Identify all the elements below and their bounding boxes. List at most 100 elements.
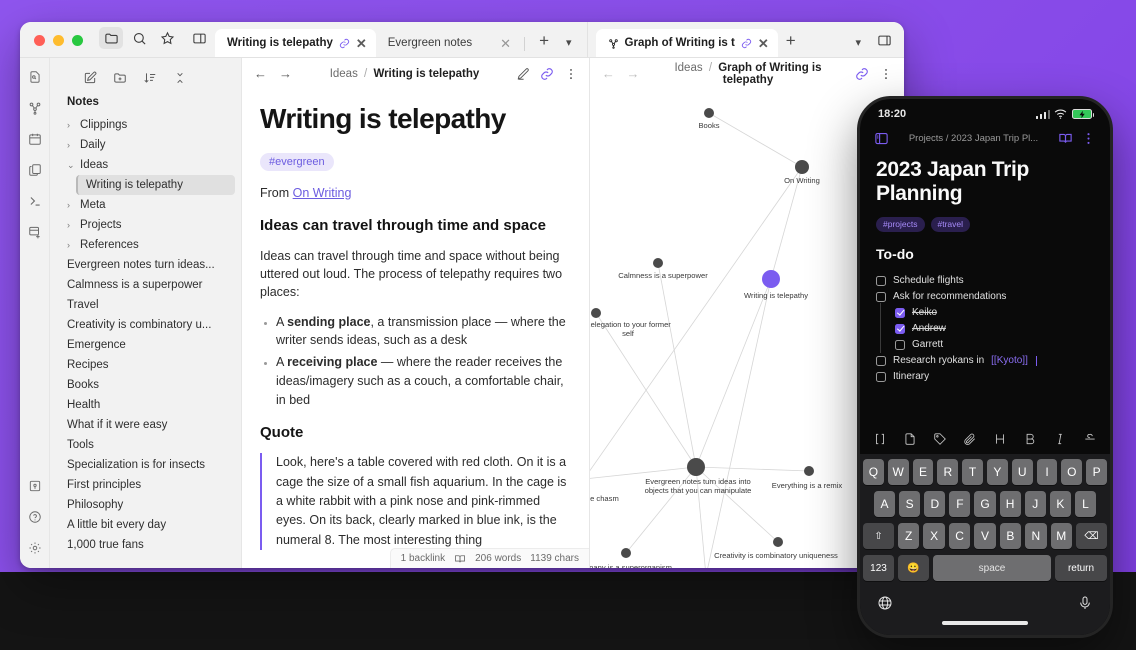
- todo-item[interactable]: Ask for recommendations: [876, 289, 1094, 305]
- file-item[interactable]: Creativity is combinatory u...: [50, 315, 241, 335]
- tab-close-icon[interactable]: ✕: [758, 37, 769, 50]
- key-O[interactable]: O: [1061, 459, 1083, 485]
- note-body[interactable]: Writing is telepathy #evergreen From On …: [242, 89, 589, 568]
- file-item[interactable]: Tools: [50, 435, 241, 455]
- quick-switcher-icon[interactable]: [26, 68, 44, 86]
- back-button[interactable]: ←: [252, 66, 269, 81]
- on-writing-link[interactable]: On Writing: [293, 186, 352, 200]
- bold-icon[interactable]: [1023, 432, 1037, 446]
- new-folder-icon[interactable]: [112, 70, 128, 86]
- key-E[interactable]: E: [912, 459, 934, 485]
- todo-item[interactable]: Schedule flights: [876, 273, 1094, 289]
- breadcrumb-parent[interactable]: Ideas: [674, 62, 702, 74]
- key-C[interactable]: C: [948, 523, 971, 549]
- forward-button[interactable]: →: [625, 66, 642, 81]
- file-item[interactable]: Philosophy: [50, 495, 241, 515]
- checkbox-checked[interactable]: [895, 307, 905, 318]
- star-icon[interactable]: [155, 27, 179, 49]
- key-S[interactable]: S: [899, 491, 921, 517]
- new-tab-button[interactable]: +: [531, 31, 557, 57]
- key-H[interactable]: H: [999, 491, 1021, 517]
- edit-icon[interactable]: [515, 66, 531, 82]
- reading-view-icon[interactable]: [1058, 131, 1073, 146]
- checkbox-unchecked[interactable]: [895, 339, 905, 350]
- folder-item[interactable]: › Daily: [50, 135, 241, 155]
- graph-node[interactable]: [621, 548, 631, 558]
- emoji-key[interactable]: 😀: [898, 555, 929, 581]
- key-F[interactable]: F: [949, 491, 971, 517]
- terminal-icon[interactable]: [26, 192, 44, 210]
- key-Q[interactable]: Q: [863, 459, 884, 485]
- zoom-window-button[interactable]: [72, 35, 83, 46]
- key-V[interactable]: V: [974, 523, 996, 549]
- minimize-window-button[interactable]: [53, 35, 64, 46]
- file-item[interactable]: What if it were easy: [50, 415, 241, 435]
- tab-graph-of-writing-is-telepathy[interactable]: Graph of Writing is t ✕: [595, 29, 778, 57]
- folder-item[interactable]: › References: [50, 235, 241, 255]
- graph-node[interactable]: [773, 537, 783, 547]
- strikethrough-icon[interactable]: [1083, 432, 1097, 446]
- back-button[interactable]: ←: [600, 66, 617, 81]
- close-window-button[interactable]: [34, 35, 45, 46]
- folder-item[interactable]: › Clippings: [50, 115, 241, 135]
- todo-item[interactable]: Itinerary: [876, 369, 1094, 385]
- checkbox-checked[interactable]: [895, 323, 905, 334]
- chevron-right-icon[interactable]: ›: [67, 220, 76, 230]
- checkbox-unchecked[interactable]: [876, 291, 886, 302]
- file-item[interactable]: Evergreen notes turn ideas...: [50, 255, 241, 275]
- checkbox-unchecked[interactable]: [876, 355, 886, 366]
- key-M[interactable]: M: [1050, 523, 1072, 549]
- more-options-icon[interactable]: [1081, 131, 1096, 146]
- new-note-icon[interactable]: [903, 432, 917, 446]
- tab-evergreen-notes[interactable]: Evergreen notes ✕: [376, 29, 520, 57]
- key-U[interactable]: U: [1011, 459, 1033, 485]
- checkbox-unchecked[interactable]: [876, 371, 886, 382]
- folder-icon[interactable]: [99, 27, 123, 49]
- key-Z[interactable]: Z: [898, 523, 920, 549]
- key-K[interactable]: K: [1049, 491, 1071, 517]
- right-sidebar-toggle-icon[interactable]: [872, 29, 896, 51]
- microphone-icon[interactable]: [1077, 595, 1093, 611]
- wiki-link[interactable]: [[Kyoto]]: [991, 355, 1028, 366]
- copy-note-icon[interactable]: [26, 161, 44, 179]
- backspace-key[interactable]: ⌫: [1075, 523, 1107, 549]
- layout-toggle-icon[interactable]: [187, 27, 211, 49]
- key-P[interactable]: P: [1086, 459, 1107, 485]
- tag-pill[interactable]: #projects: [876, 216, 925, 232]
- file-item[interactable]: Specialization is for insects: [50, 455, 241, 475]
- file-item[interactable]: First principles: [50, 475, 241, 495]
- forward-button[interactable]: →: [277, 66, 294, 81]
- todo-item[interactable]: Keiko: [876, 302, 1094, 321]
- graph-node[interactable]: [795, 160, 809, 174]
- chevron-right-icon[interactable]: ›: [67, 140, 76, 150]
- graph-node[interactable]: [653, 258, 663, 268]
- help-icon[interactable]: [26, 508, 44, 526]
- file-item[interactable]: Travel: [50, 295, 241, 315]
- brackets-icon[interactable]: [873, 432, 887, 446]
- key-L[interactable]: L: [1074, 491, 1096, 517]
- tag-evergreen[interactable]: #evergreen: [260, 153, 334, 171]
- folder-item[interactable]: › Projects: [50, 215, 241, 235]
- graph-node[interactable]: [687, 458, 705, 476]
- folder-item[interactable]: ⌄ Ideas: [50, 155, 241, 175]
- backlink-count[interactable]: 1 backlink: [401, 553, 445, 564]
- chevron-right-icon[interactable]: ›: [67, 200, 76, 210]
- heading-icon[interactable]: [993, 432, 1007, 446]
- key-X[interactable]: X: [923, 523, 945, 549]
- key-J[interactable]: J: [1024, 491, 1046, 517]
- sidebar-toggle-icon[interactable]: [874, 131, 889, 146]
- key-W[interactable]: W: [887, 459, 909, 485]
- tag-icon[interactable]: [933, 432, 947, 446]
- key-I[interactable]: I: [1036, 459, 1058, 485]
- space-key[interactable]: space: [933, 555, 1051, 581]
- shift-key[interactable]: ⇧: [863, 523, 895, 549]
- folder-item[interactable]: › Meta: [50, 195, 241, 215]
- file-item[interactable]: 1,000 true fans: [50, 535, 241, 555]
- file-item[interactable]: Calmness is a superpower: [50, 275, 241, 295]
- collapse-all-icon[interactable]: [172, 70, 188, 86]
- daily-note-icon[interactable]: [26, 130, 44, 148]
- file-item[interactable]: Health: [50, 395, 241, 415]
- italic-icon[interactable]: [1053, 432, 1067, 446]
- new-canvas-icon[interactable]: [26, 223, 44, 241]
- file-item[interactable]: Emergence: [50, 335, 241, 355]
